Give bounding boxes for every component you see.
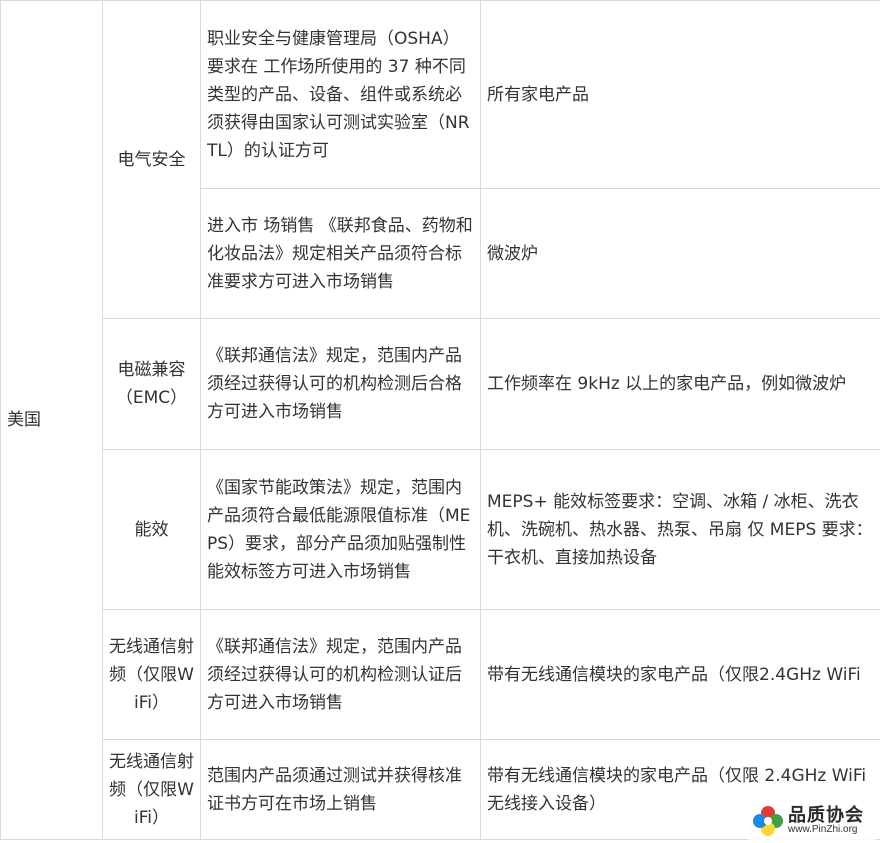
table-row: 电磁兼容（EMC） 《联邦通信法》规定，范围内产品须经过获得认可的机构检测后合格… bbox=[1, 318, 880, 450]
category-cell: 无线通信射频（仅限WiFi） bbox=[102, 609, 201, 740]
scope-cell: MEPS+ 能效标签要求：空调、冰箱 / 冰柜、洗衣机、洗碗机、热水器、热泵、吊… bbox=[480, 449, 880, 610]
category-cell: 电磁兼容（EMC） bbox=[102, 318, 201, 450]
country-cell: 美国 bbox=[0, 0, 103, 840]
category-cell: 能效 bbox=[102, 449, 201, 610]
watermark-url: www.PinZhi.org bbox=[788, 824, 858, 835]
requirement-cell: 《联邦通信法》规定，范围内产品须经过获得认可的机构检测后合格方可进入市场销售 bbox=[200, 318, 481, 450]
regulation-table: 美国 电气安全 职业安全与健康管理局（OSHA）要求在 工作场所使用的 37 种… bbox=[0, 0, 880, 840]
scope-cell: 带有无线通信模块的家电产品（仅限2.4GHz WiFi bbox=[480, 609, 880, 740]
table-row: 无线通信射频（仅限WiFi） 《联邦通信法》规定，范围内产品须经过获得认可的机构… bbox=[1, 609, 880, 740]
table-row: 能效 《国家节能政策法》规定，范围内产品须符合最低能源限值标准（MEPS）要求，… bbox=[1, 449, 880, 610]
category-cell: 电气安全 bbox=[102, 0, 201, 319]
scope-cell: 微波炉 bbox=[480, 188, 880, 319]
requirement-cell: 进入市 场销售 《联邦食品、药物和化妆品法》规定相关产品须符合标准要求方可进入市… bbox=[200, 188, 481, 319]
table-row: 美国 电气安全 职业安全与健康管理局（OSHA）要求在 工作场所使用的 37 种… bbox=[0, 0, 880, 840]
category-cell: 无线通信射频（仅限WiFi） bbox=[102, 739, 201, 840]
requirement-cell: 范围内产品须通过测试并获得核准证书方可在市场上销售 bbox=[200, 739, 481, 840]
requirement-cell: 职业安全与健康管理局（OSHA）要求在 工作场所使用的 37 种不同类型的产品、… bbox=[200, 0, 481, 189]
scope-cell: 工作频率在 9kHz 以上的家电产品，例如微波炉 bbox=[480, 318, 880, 450]
watermark: 品质协会 www.PinZhi.org bbox=[748, 801, 876, 841]
scope-cell: 所有家电产品 bbox=[480, 0, 880, 189]
requirement-cell: 《联邦通信法》规定，范围内产品须经过获得认可的机构检测认证后方可进入市场销售 bbox=[200, 609, 481, 740]
flower-logo-icon bbox=[753, 806, 783, 836]
requirement-cell: 《国家节能政策法》规定，范围内产品须符合最低能源限值标准（MEPS）要求，部分产… bbox=[200, 449, 481, 610]
